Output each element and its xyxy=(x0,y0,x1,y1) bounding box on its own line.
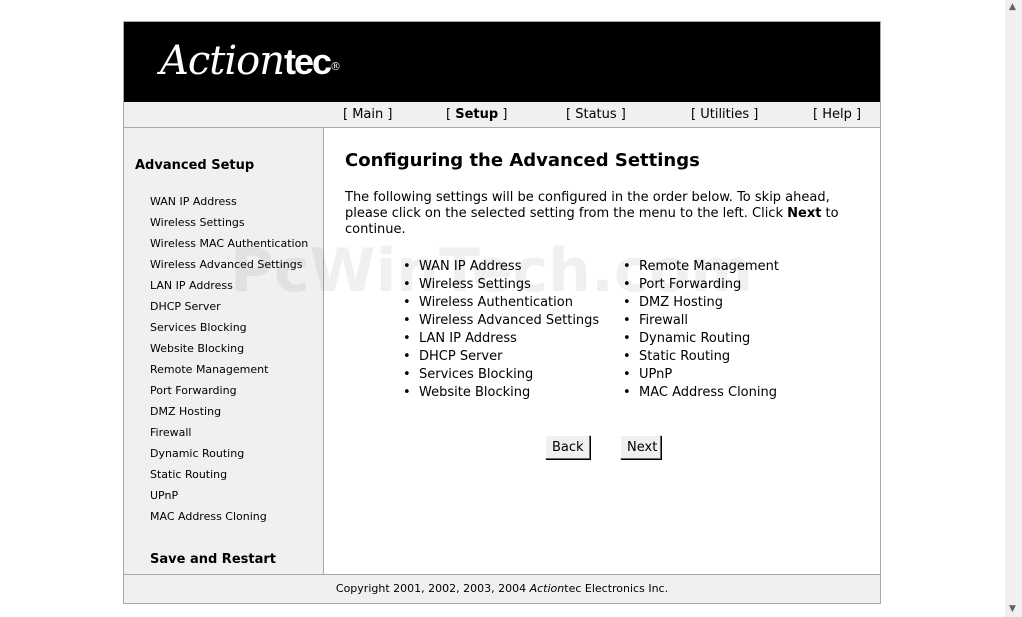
sidebar-item-dynamic-routing[interactable]: Dynamic Routing xyxy=(150,446,308,467)
list-item: MAC Address Cloning xyxy=(623,384,779,402)
up-arrow-icon[interactable]: ▲ xyxy=(1009,2,1016,12)
nav-help-label[interactable]: Help xyxy=(822,107,852,122)
sidebar-item-mac-address-cloning[interactable]: MAC Address Cloning xyxy=(150,509,308,530)
nav-main[interactable]: [ Main ] xyxy=(343,107,392,122)
nav-main-label[interactable]: Main xyxy=(352,107,383,122)
nav-status[interactable]: [ Status ] xyxy=(566,107,626,122)
list-item: WAN IP Address xyxy=(403,258,599,276)
save-and-restart-link[interactable]: Save and Restart xyxy=(150,552,276,567)
nav-setup-label[interactable]: Setup xyxy=(455,107,498,122)
list-item: Port Forwarding xyxy=(623,276,779,294)
nav-setup[interactable]: [ Setup ] xyxy=(446,107,507,122)
list-item: Wireless Settings xyxy=(403,276,599,294)
list-item: Dynamic Routing xyxy=(623,330,779,348)
actiontec-logo: Actiontec® xyxy=(160,36,341,87)
sidebar-item-wan-ip-address[interactable]: WAN IP Address xyxy=(150,194,308,215)
list-item: Services Blocking xyxy=(403,366,599,384)
sidebar-item-website-blocking[interactable]: Website Blocking xyxy=(150,341,308,362)
header-banner: Actiontec® xyxy=(124,22,880,102)
list-item: DHCP Server xyxy=(403,348,599,366)
top-nav: [ Main ] [ Setup ] [ Status ] [ Utilitie… xyxy=(124,102,880,128)
list-item: Firewall xyxy=(623,312,779,330)
next-button[interactable]: Next xyxy=(620,435,661,459)
list-item: Wireless Authentication xyxy=(403,294,599,312)
settings-list-left: WAN IP Address Wireless Settings Wireles… xyxy=(403,258,599,402)
footer-brand-italic: Action xyxy=(529,582,565,595)
down-arrow-icon[interactable]: ▼ xyxy=(1009,604,1016,614)
footer-copyright: Copyright 2001, 2002, 2003, 2004 Actiont… xyxy=(124,574,880,603)
sidebar-item-firewall[interactable]: Firewall xyxy=(150,425,308,446)
back-button[interactable]: Back xyxy=(545,435,590,459)
list-item: UPnP xyxy=(623,366,779,384)
settings-list-right: Remote Management Port Forwarding DMZ Ho… xyxy=(623,258,779,402)
main-content: Configuring the Advanced Settings The fo… xyxy=(324,128,880,574)
router-page-frame: Actiontec® [ Main ] [ Setup ] [ Status ]… xyxy=(123,21,881,604)
intro-next-emphasis: Next xyxy=(787,206,822,221)
nav-status-label[interactable]: Status xyxy=(575,107,616,122)
sidebar-item-static-routing[interactable]: Static Routing xyxy=(150,467,308,488)
list-item: DMZ Hosting xyxy=(623,294,779,312)
sidebar-title: Advanced Setup xyxy=(135,158,255,173)
sidebar-item-dhcp-server[interactable]: DHCP Server xyxy=(150,299,308,320)
sidebar-item-wireless-settings[interactable]: Wireless Settings xyxy=(150,215,308,236)
list-item: Remote Management xyxy=(623,258,779,276)
nav-help[interactable]: [ Help ] xyxy=(813,107,861,122)
list-item: LAN IP Address xyxy=(403,330,599,348)
nav-utilities[interactable]: [ Utilities ] xyxy=(691,107,758,122)
intro-text: The following settings will be configure… xyxy=(345,190,839,237)
sidebar-item-wireless-advanced-settings[interactable]: Wireless Advanced Settings xyxy=(150,257,308,278)
list-item: Static Routing xyxy=(623,348,779,366)
sidebar-item-wireless-mac-authentication[interactable]: Wireless MAC Authentication xyxy=(150,236,308,257)
nav-utilities-label[interactable]: Utilities xyxy=(700,107,749,122)
advanced-setup-sidebar: Advanced Setup WAN IP Address Wireless S… xyxy=(124,128,324,574)
sidebar-item-lan-ip-address[interactable]: LAN IP Address xyxy=(150,278,308,299)
sidebar-item-remote-management[interactable]: Remote Management xyxy=(150,362,308,383)
list-item: Website Blocking xyxy=(403,384,599,402)
sidebar-menu: WAN IP Address Wireless Settings Wireles… xyxy=(150,194,308,530)
page-title: Configuring the Advanced Settings xyxy=(345,150,700,171)
vertical-scrollbar[interactable]: ▲ ▼ xyxy=(1005,0,1022,617)
list-item: Wireless Advanced Settings xyxy=(403,312,599,330)
logo-action-text: Action xyxy=(160,38,285,84)
sidebar-item-services-blocking[interactable]: Services Blocking xyxy=(150,320,308,341)
sidebar-item-dmz-hosting[interactable]: DMZ Hosting xyxy=(150,404,308,425)
sidebar-item-upnp[interactable]: UPnP xyxy=(150,488,308,509)
logo-tec-text: tec xyxy=(284,41,332,82)
sidebar-item-port-forwarding[interactable]: Port Forwarding xyxy=(150,383,308,404)
registered-mark: ® xyxy=(330,60,341,73)
